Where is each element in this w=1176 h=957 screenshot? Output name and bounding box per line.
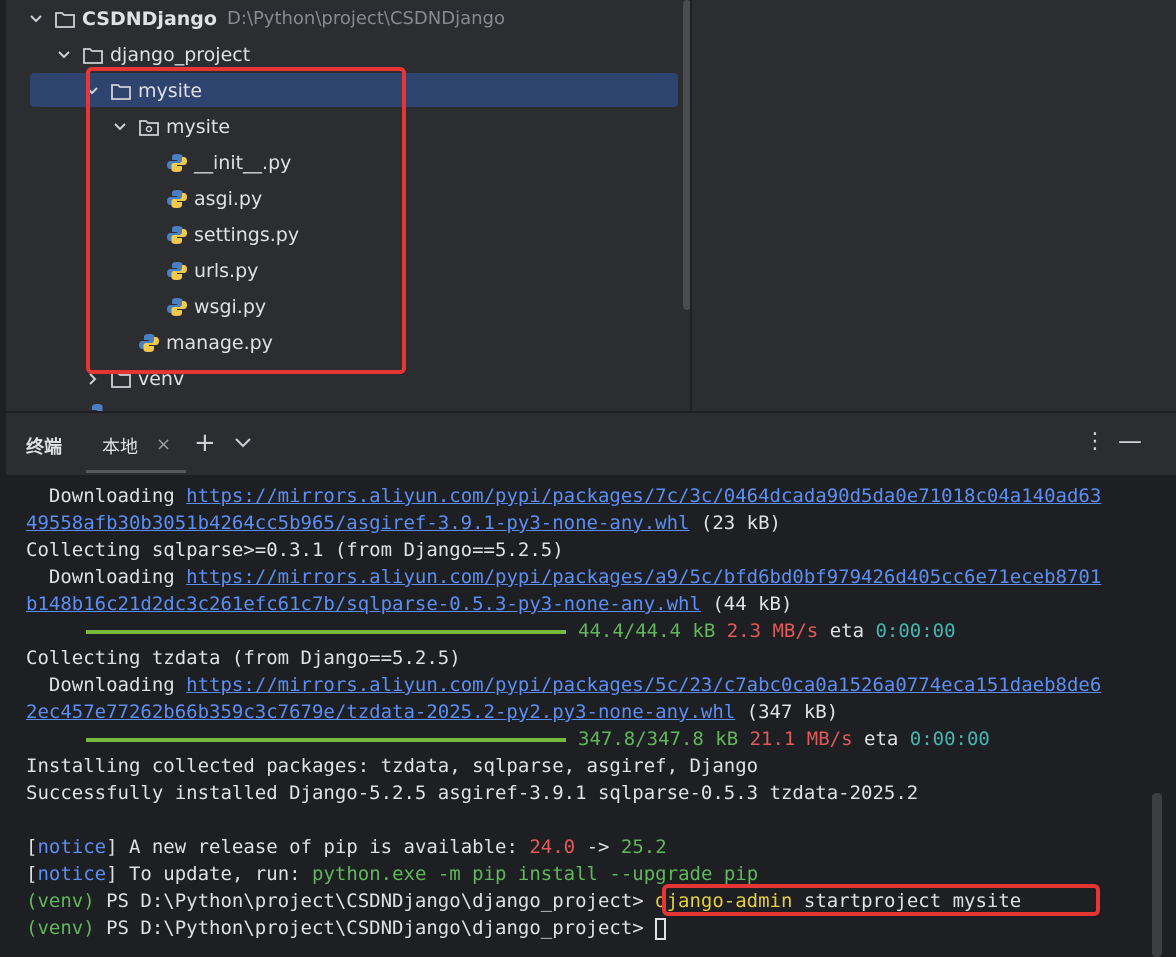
notice-line: [notice] To update, run: python.exe -m p… [26,863,759,885]
close-icon[interactable]: × [156,434,171,455]
terminal-line: Collecting sqlparse>=0.3.1 (from Django=… [26,539,564,561]
terminal-line: Downloading https://mirrors.aliyun.com/p… [26,566,1102,588]
download-link[interactable]: https://mirrors.aliyun.com/pypi/packages… [186,566,1101,588]
highlight-box-command [662,884,1100,916]
terminal-line: Successfully installed Django-5.2.5 asgi… [26,782,919,804]
python-file-icon [86,402,108,411]
terminal-line: Installing collected packages: tzdata, s… [26,755,759,777]
chevron-down-icon[interactable] [54,45,74,65]
chevron-down-icon[interactable] [234,435,252,454]
progress-bar [86,737,566,742]
add-tab-icon[interactable]: + [194,428,216,458]
progress-line: 44.4/44.4 kB 2.3 MB/s eta 0:00:00 [26,618,956,645]
download-link[interactable]: 2ec457e77262b66b359c3c7679e/tzdata-2025.… [26,701,735,723]
terminal-output[interactable]: Downloading https://mirrors.aliyun.com/p… [6,475,1176,957]
text-cursor [655,917,667,940]
download-link[interactable]: 49558afb30b3051b4264cc5b965/asgiref-3.9.… [26,512,689,534]
terminal-scrollbar[interactable] [1152,793,1162,957]
prompt-line[interactable]: (venv) PS D:\Python\project\CSDNDjango\d… [26,915,667,942]
tab-local[interactable]: 本地 [102,433,138,459]
terminal-line: 2ec457e77262b66b359c3c7679e/tzdata-2025.… [26,701,839,723]
progress-bar [86,629,566,634]
tree-item-partial [86,395,114,411]
more-options-icon[interactable]: ⋮ [1084,429,1106,454]
terminal-line: Downloading https://mirrors.aliyun.com/p… [26,485,1102,507]
download-link[interactable]: https://mirrors.aliyun.com/pypi/packages… [186,674,1101,696]
tree-root-name: CSDNDjango [82,8,217,30]
highlight-box-tree [86,67,406,374]
tree-root-row[interactable]: CSDNDjango D:\Python\project\CSDNDjango [26,1,505,37]
terminal-toolbar: 终端 本地 × + ⋮ — [6,413,1176,475]
editor-area [692,0,1176,411]
folder-icon [82,44,104,66]
terminal-line: 49558afb30b3051b4264cc5b965/asgiref-3.9.… [26,512,781,534]
terminal-title: 终端 [26,437,62,458]
terminal-line: Downloading https://mirrors.aliyun.com/p… [26,674,1102,696]
download-link[interactable]: b148b16c21d2dc3c261efc61c7b/sqlparse-0.5… [26,593,701,615]
chevron-down-icon[interactable] [26,9,46,29]
notice-line: [notice] A new release of pip is availab… [26,836,667,858]
progress-line: 347.8/347.8 kB 21.1 MB/s eta 0:00:00 [26,726,990,753]
tree-root-path: D:\Python\project\CSDNDjango [226,8,505,29]
terminal-line: b148b16c21d2dc3c261efc61c7b/sqlparse-0.5… [26,593,793,615]
active-tab-indicator [86,470,186,473]
terminal-line: Collecting tzdata (from Django==5.2.5) [26,647,461,669]
folder-icon [54,8,76,30]
tree-scrollbar[interactable] [683,0,690,310]
project-tree-panel: CSDNDjango D:\Python\project\CSDNDjango … [6,0,690,411]
minimize-icon[interactable]: — [1118,427,1142,455]
download-link[interactable]: https://mirrors.aliyun.com/pypi/packages… [186,485,1101,507]
